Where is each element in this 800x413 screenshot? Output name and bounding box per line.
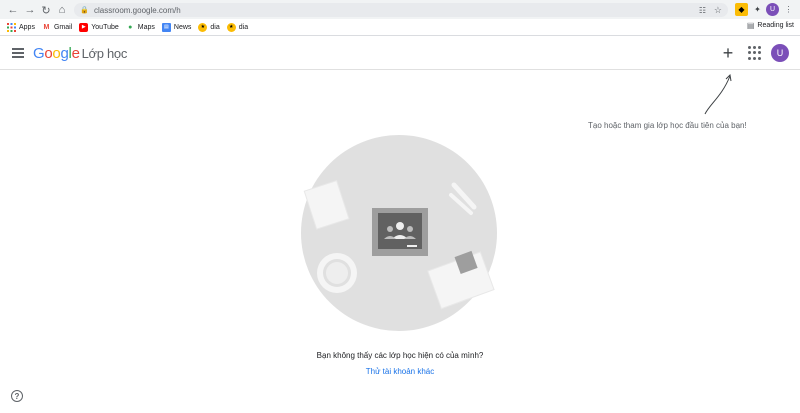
extension-icon[interactable]: ◆ <box>735 3 748 16</box>
dia-icon: ★ <box>226 22 236 32</box>
bookmark-news[interactable]: ▤ News <box>161 22 192 32</box>
home-icon[interactable]: ⌂ <box>53 1 71 19</box>
google-classroom-logo[interactable]: Google Lớp học <box>33 45 127 62</box>
news-icon: ▤ <box>161 22 171 32</box>
google-apps-icon[interactable] <box>748 46 762 60</box>
logo-letter: G <box>33 45 45 62</box>
bookmark-label: Maps <box>137 23 155 31</box>
account-avatar[interactable]: U <box>771 44 789 62</box>
apps-grid-icon <box>7 22 16 32</box>
bookmark-label: Apps <box>19 23 35 31</box>
bookmark-label: dia <box>210 23 220 31</box>
reading-list-button[interactable]: ▤ Reading list <box>747 21 794 30</box>
browser-menu-icon[interactable]: ⋮ <box>782 3 795 16</box>
logo-letter: o <box>52 45 61 62</box>
main-menu-icon[interactable] <box>12 48 24 58</box>
product-name: Lớp học <box>81 46 128 61</box>
puzzle-extensions-icon[interactable]: ✦ <box>751 3 764 16</box>
empty-classroom-illustration <box>301 135 497 331</box>
bookmark-label: Gmail <box>53 23 73 31</box>
bookmark-dia-2[interactable]: ★ dia <box>226 22 249 32</box>
bookmark-dia-1[interactable]: ★ dia <box>198 22 220 32</box>
bookmark-maps[interactable]: ● Maps <box>126 23 155 32</box>
bookmarks-bar: Apps M Gmail ▶ YouTube ● Maps ▤ News ★ d… <box>0 19 800 36</box>
bookmark-label: YouTube <box>91 23 119 31</box>
bookmark-youtube[interactable]: ▶ YouTube <box>79 22 119 32</box>
browser-profile-avatar[interactable]: U <box>766 3 779 16</box>
reading-list-label: Reading list <box>757 22 794 29</box>
app-header: Google Lớp học + U <box>0 37 800 70</box>
coffee-cup-icon <box>317 253 357 293</box>
address-bar[interactable]: 🔒 classroom.google.com/h ☷ ☆ <box>74 3 728 17</box>
maps-pin-icon: ● <box>128 23 133 31</box>
bookmark-apps[interactable]: Apps <box>7 22 35 32</box>
youtube-icon: ▶ <box>79 22 89 32</box>
url-text[interactable]: classroom.google.com/h <box>94 6 181 15</box>
bookmark-star-icon[interactable]: ☆ <box>714 5 722 16</box>
dia-icon: ★ <box>198 22 208 32</box>
hint-text: Tạo hoặc tham gia lớp học đầu tiên của b… <box>588 121 747 130</box>
curved-arrow-icon <box>704 73 732 115</box>
create-join-class-button[interactable]: + <box>719 44 737 62</box>
browser-toolbar: ← → ↻ ⌂ 🔒 classroom.google.com/h ☷ ☆ ◆ ✦… <box>0 0 800 19</box>
reading-list-icon: ▤ <box>746 21 755 30</box>
logo-letter: e <box>71 45 80 62</box>
logo-letter: g <box>60 45 69 62</box>
empty-state-message: Bạn không thấy các lớp học hiện có của m… <box>316 351 484 360</box>
logo-letter: o <box>44 45 53 62</box>
bookmark-gmail[interactable]: M Gmail <box>42 23 73 32</box>
translate-icon[interactable]: ☷ <box>699 6 706 15</box>
help-icon[interactable]: ? <box>11 390 23 402</box>
gmail-icon: M <box>43 23 50 31</box>
bookmark-label: News <box>173 23 192 31</box>
back-icon[interactable]: ← <box>4 1 22 19</box>
plus-icon: + <box>722 43 734 63</box>
lock-icon[interactable]: 🔒 <box>80 6 90 14</box>
classroom-board-icon <box>372 208 428 256</box>
switch-account-link[interactable]: Thử tài khoản khác <box>0 367 800 376</box>
bookmark-label: dia <box>238 23 249 31</box>
